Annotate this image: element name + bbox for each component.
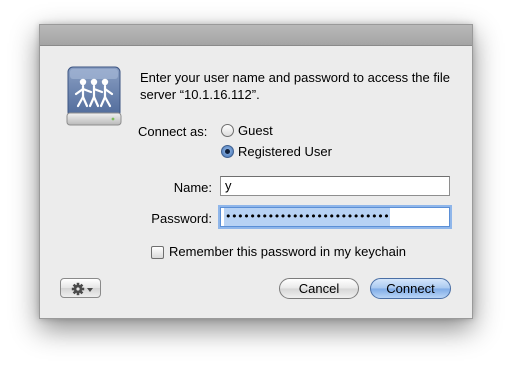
connect-as-label: Connect as: (138, 124, 208, 139)
action-menu-button[interactable] (60, 278, 101, 298)
cancel-button[interactable]: Cancel (279, 278, 359, 299)
name-field[interactable]: y (220, 176, 450, 196)
registered-user-radio[interactable] (221, 145, 234, 158)
password-field[interactable]: ••••••••••••••••••••••••••• (220, 207, 450, 227)
remember-password-label[interactable]: Remember this password in my keychain (169, 244, 406, 259)
name-label: Name: (173, 180, 212, 195)
guest-radio[interactable] (221, 124, 234, 137)
registered-user-radio-label[interactable]: Registered User (238, 144, 332, 159)
gear-icon (71, 282, 93, 296)
connect-button[interactable]: Connect (370, 278, 451, 299)
guest-radio-label[interactable]: Guest (238, 123, 273, 138)
remember-password-checkbox[interactable] (151, 246, 164, 259)
file-server-icon (66, 66, 122, 126)
chevron-down-icon (87, 288, 93, 292)
connect-dialog: Enter your user name and password to acc… (39, 24, 473, 319)
password-mask: ••••••••••••••••••••••••••• (224, 208, 391, 226)
title-bar[interactable] (40, 25, 472, 46)
password-label: Password: (151, 211, 212, 226)
prompt-message: Enter your user name and password to acc… (140, 70, 450, 102)
